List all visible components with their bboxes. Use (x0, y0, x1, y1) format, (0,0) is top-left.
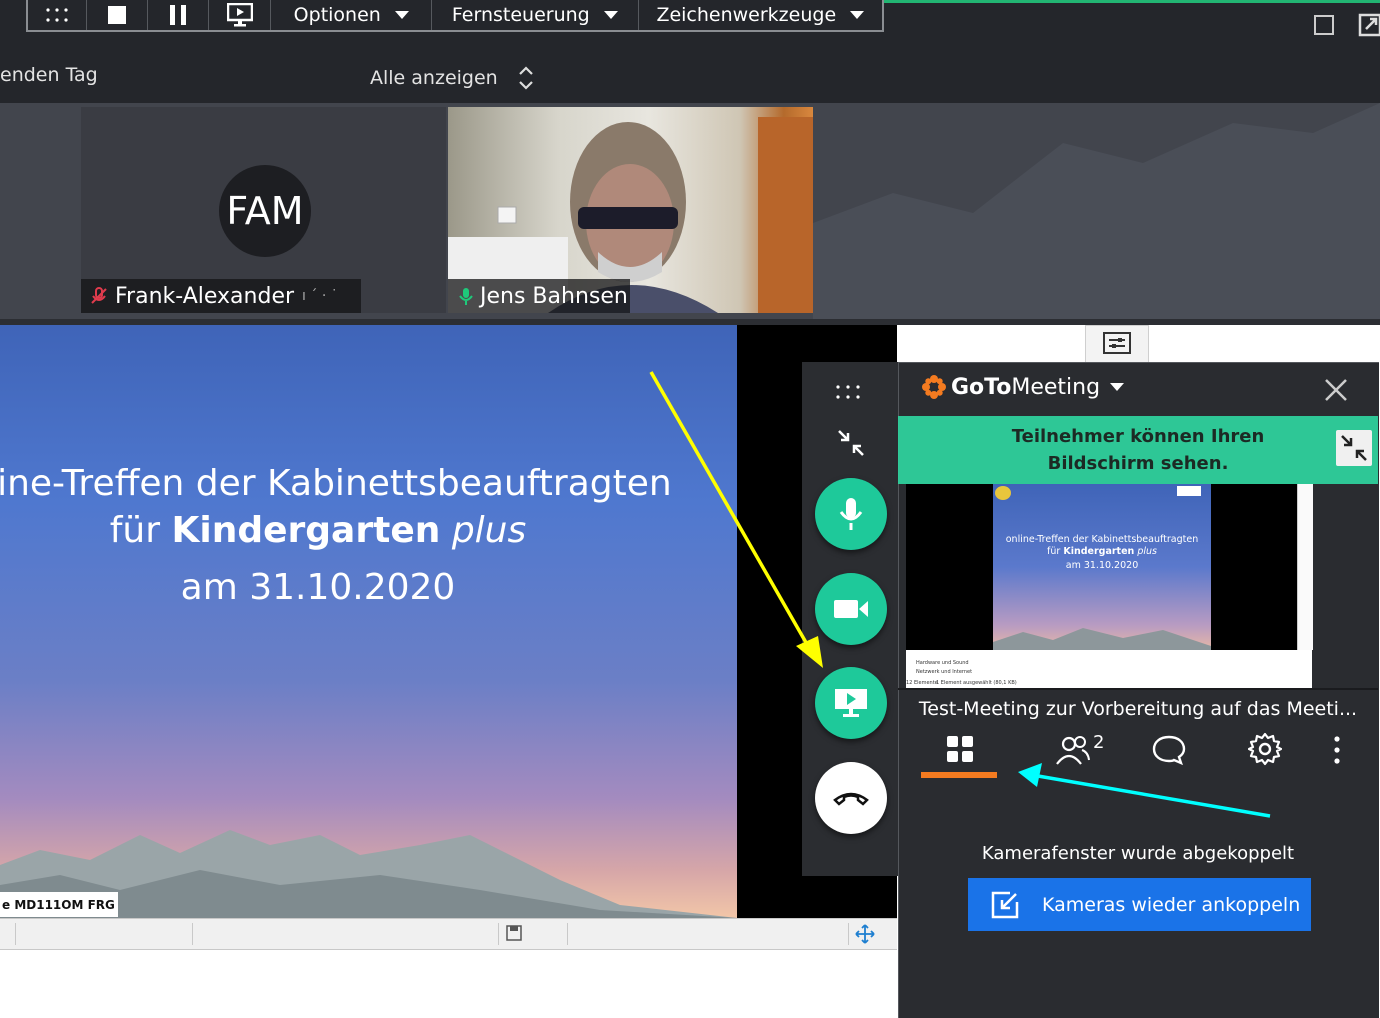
participant-name-suffix: ı ´ · ˙ (302, 288, 338, 304)
save-icon[interactable] (506, 925, 522, 941)
maximize-icon[interactable] (1314, 15, 1334, 35)
microphone-button[interactable] (815, 478, 887, 550)
mic-on-icon (459, 288, 473, 305)
popout-icon[interactable] (1358, 12, 1380, 38)
preview-line2: für Kindergarten plus (1047, 546, 1157, 557)
settings-slider-button[interactable] (1085, 325, 1149, 363)
show-all-label: Alle anzeigen (370, 67, 498, 89)
panel-divider (898, 688, 1378, 690)
hang-up-button[interactable] (815, 762, 887, 834)
collapse-icon[interactable] (836, 428, 866, 458)
screen-share-button[interactable] (815, 667, 887, 739)
close-icon[interactable] (1324, 378, 1348, 402)
screen-share-preview: online-Treffen der Kabinettsbeauftragten… (906, 484, 1313, 688)
video-camera-icon (834, 600, 868, 618)
background-mountains (813, 103, 1380, 321)
remote-control-label: Fernsteuerung (451, 4, 590, 26)
tab-chat[interactable] (1151, 734, 1187, 766)
brand-light: Meeting (1011, 374, 1101, 400)
participant-tile-jens[interactable]: Jens Bahnsen (448, 107, 813, 313)
mic-muted-icon (91, 287, 107, 304)
preview-line3: am 31.10.2020 (1065, 560, 1139, 571)
participant-name-plate: Frank-Alexander ı ´ · ˙ (81, 279, 361, 313)
phone-hangup-icon (833, 792, 869, 806)
chat-bubble-icon (1152, 735, 1186, 766)
participant-name: Frank-Alexander (115, 283, 295, 309)
pause-icon (169, 5, 186, 25)
screen-share-icon (226, 3, 253, 27)
goto-logo-icon (922, 375, 946, 399)
goto-brand-menu[interactable]: GoTo Meeting (921, 374, 1125, 400)
slide-date: am 31.10.2020 (180, 567, 456, 608)
goto-control-strip (802, 362, 899, 876)
green-share-border (880, 0, 1380, 3)
screen-share-icon (835, 689, 867, 717)
drawing-tools-menu[interactable]: Zeichenwerkzeuge (639, 0, 882, 30)
show-all-button[interactable]: Alle anzeigen (370, 64, 534, 92)
pause-share-button[interactable] (148, 0, 209, 30)
reattach-label: Kameras wieder ankoppeln (1042, 893, 1301, 916)
new-share-button[interactable] (209, 0, 272, 30)
edit-square-icon (991, 891, 1019, 918)
collapse-icon (1341, 435, 1367, 461)
chevron-down-icon (850, 11, 865, 19)
drawing-tools-label: Zeichenwerkzeuge (656, 4, 837, 26)
chevron-down-icon (394, 11, 409, 19)
participant-name-plate: Jens Bahnsen (448, 279, 630, 313)
options-menu[interactable]: Optionen (271, 0, 433, 30)
people-icon (1056, 736, 1090, 765)
reattach-cameras-button[interactable]: Kameras wieder ankoppeln (968, 878, 1311, 931)
topbar-partial-text: enden Tag (0, 64, 98, 86)
tab-settings[interactable] (1247, 732, 1283, 766)
chevron-down-icon (1110, 383, 1125, 391)
microphone-icon (839, 498, 863, 530)
minimize-preview-button[interactable] (1336, 430, 1372, 466)
brand-bold: GoTo (951, 374, 1012, 400)
camera-detached-text: Kamerafenster wurde abgekoppelt (981, 843, 1295, 864)
share-toolbar: Optionen Fernsteuerung Zeichenwerkzeuge (26, 0, 884, 32)
gear-icon (1247, 732, 1283, 766)
drag-handle-icon[interactable] (835, 382, 867, 402)
sort-arrows-icon (518, 66, 533, 90)
camera-button[interactable] (815, 573, 887, 645)
move-icon[interactable] (855, 924, 875, 944)
options-label: Optionen (293, 4, 381, 26)
preview-logo-right (1177, 486, 1201, 496)
preview-slide: online-Treffen der Kabinettsbeauftragten… (993, 484, 1211, 650)
avatar: FAM (219, 165, 311, 257)
preview-scrollbar (1297, 484, 1313, 650)
sliders-icon (1103, 332, 1131, 354)
stop-share-button[interactable] (87, 0, 148, 30)
grid-icon (947, 736, 973, 762)
preview-explorer: Hardware und Sound Netzwerk und Internet… (906, 650, 1312, 688)
sharing-notice-banner: Teilnehmer können Ihren Bildschirm sehen… (898, 416, 1378, 484)
sharing-notice-text: Teilnehmer können Ihren Bildschirm sehen… (1011, 426, 1265, 474)
app-status-bar (0, 918, 897, 950)
drag-handle-icon[interactable] (28, 0, 87, 30)
tab-dashboard[interactable] (921, 730, 997, 780)
lions-logo (995, 486, 1011, 500)
chevron-down-icon (603, 11, 618, 19)
tab-people[interactable]: 2 (1055, 732, 1115, 772)
participant-name: Jens Bahnsen (480, 283, 628, 309)
participant-tile-frank[interactable]: FAM Frank-Alexander ı ´ · ˙ (81, 107, 446, 313)
meeting-title: Test-Meeting zur Vorbereitung auf das Me… (918, 698, 1358, 720)
slide-title-line1: nline-Treffen der Kabinettsbeauftragten (0, 463, 672, 504)
slide-title-line2: für Kindergarten plus (109, 510, 527, 551)
more-options-icon[interactable] (1330, 734, 1344, 766)
active-tab-indicator (921, 772, 997, 778)
presentation-slide: nline-Treffen der Kabinettsbeauftragten … (0, 325, 737, 918)
remote-control-menu[interactable]: Fernsteuerung (432, 0, 639, 30)
slide-footer-label: e MD111OM FRG (0, 892, 118, 917)
participant-count: 2 (1093, 732, 1105, 753)
preview-line1: online-Treffen der Kabinettsbeauftragten (1005, 534, 1199, 545)
stop-icon (107, 6, 126, 24)
